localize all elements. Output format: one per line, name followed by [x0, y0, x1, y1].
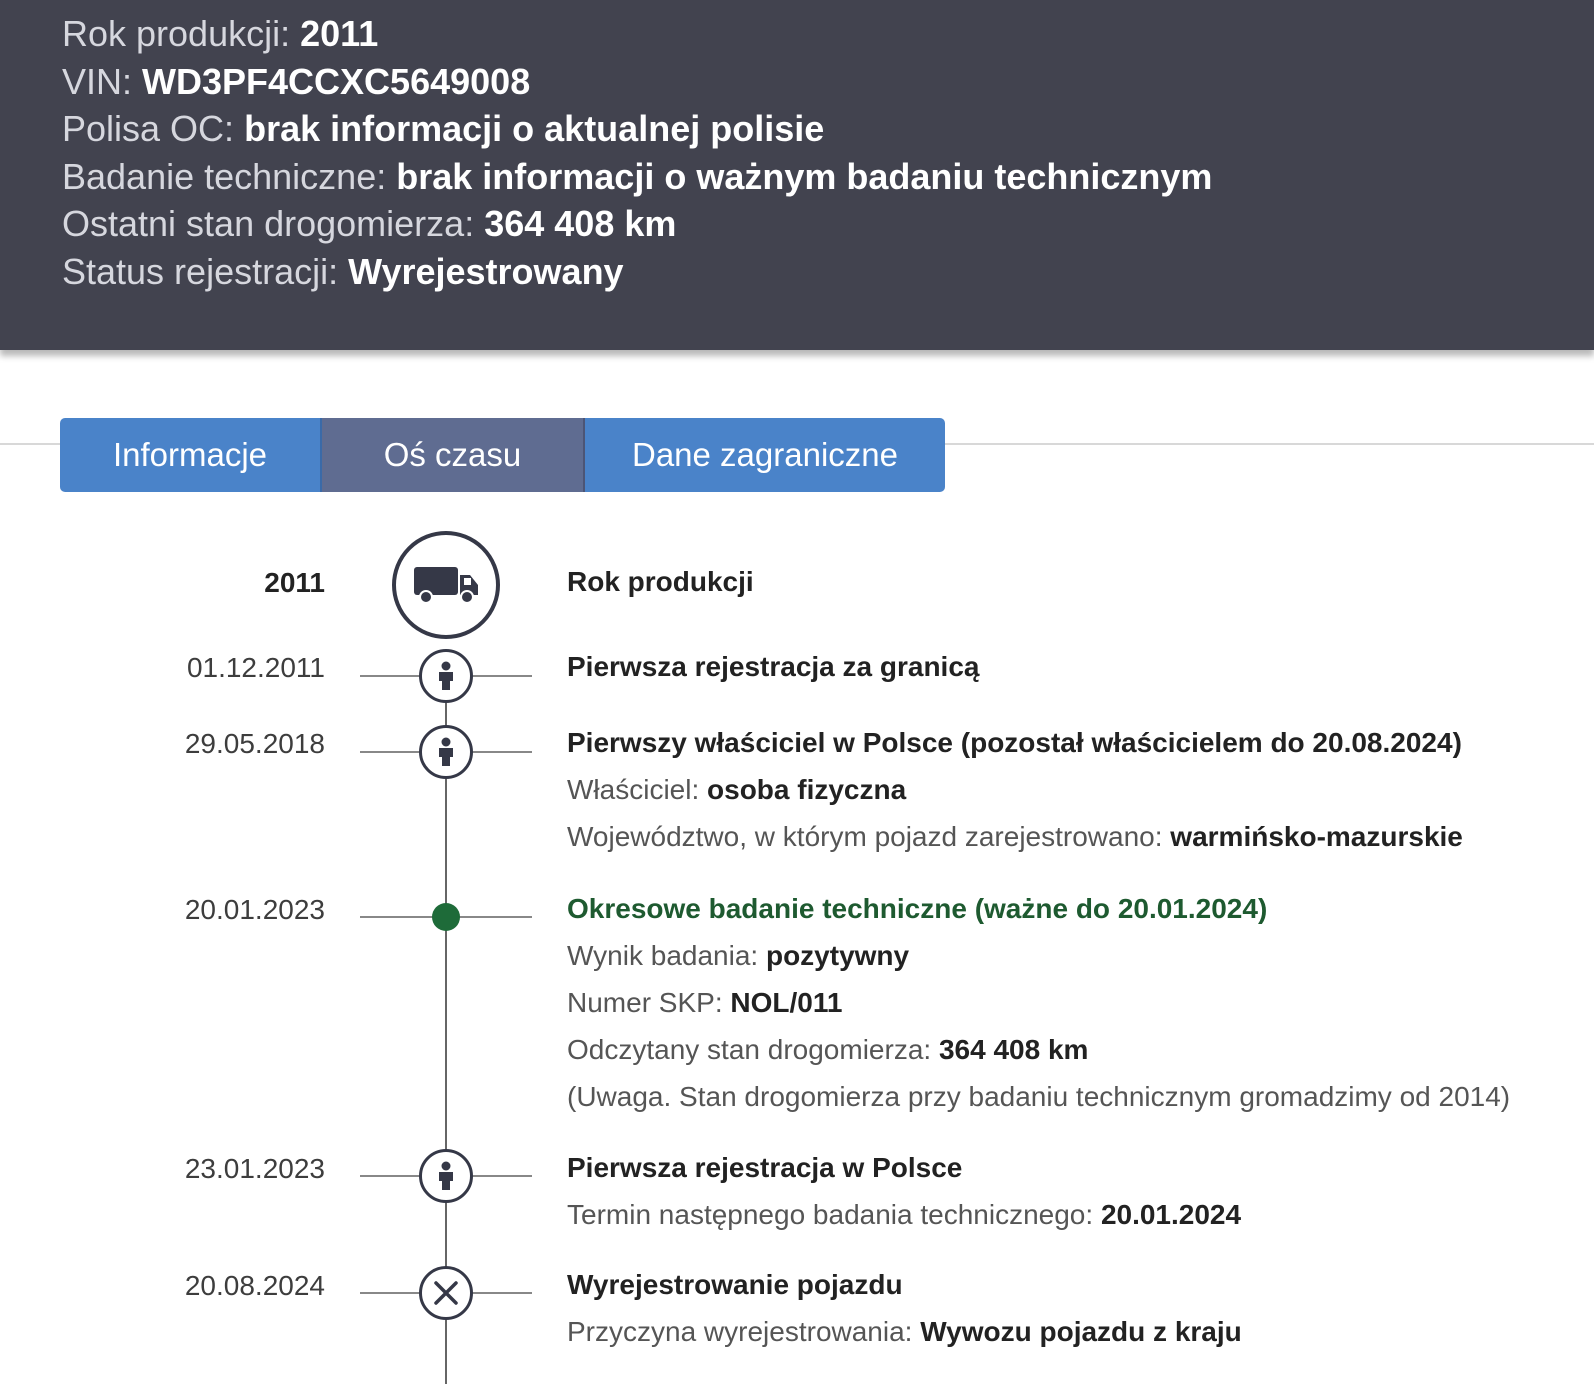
summary-row-production-year: Rok produkcji: 2011 — [62, 13, 379, 54]
summary-row-insurance: Polisa OC: brak informacji o aktualnej p… — [62, 108, 825, 149]
person-icon — [419, 1149, 473, 1203]
event-detail: Wynik badania: pozytywny — [567, 940, 910, 971]
event-detail: Odczytany stan drogomierza: 364 408 km — [567, 1034, 1089, 1065]
timeline-date: 01.12.2011 — [186, 652, 325, 683]
tab-os-czasu[interactable]: Oś czasu — [322, 418, 585, 492]
event-title: Okresowe badanie techniczne (ważne do 20… — [567, 893, 1268, 924]
timeline-date: 20.01.2023 — [184, 894, 325, 925]
timeline-event: Wyrejestrowanie pojazdu Przyczyna wyreje… — [567, 1270, 1242, 1347]
timeline-date: 2011 — [264, 567, 325, 598]
event-detail: Przyczyna wyrejestrowania: Wywozu pojazd… — [567, 1316, 1242, 1347]
event-title: Pierwszy właściciel w Polsce (pozostał w… — [567, 727, 1462, 758]
vehicle-summary: Rok produkcji: 2011 VIN: WD3PF4CCXC56490… — [0, 0, 1594, 350]
timeline-event: Pierwsza rejestracja w Polsce Termin nas… — [567, 1153, 1241, 1230]
event-title: Pierwsza rejestracja za granicą — [567, 651, 980, 682]
event-detail: Numer SKP: NOL/011 — [567, 987, 843, 1018]
tab-bar: Informacje Oś czasu Dane zagraniczne — [60, 418, 945, 492]
summary-row-vin: VIN: WD3PF4CCXC5649008 — [62, 60, 531, 102]
timeline-event: Okresowe badanie techniczne (ważne do 20… — [567, 894, 1510, 1112]
person-icon — [419, 725, 473, 779]
summary-row-odometer: Ostatni stan drogomierza: 364 408 km — [62, 203, 677, 244]
person-icon — [419, 649, 473, 703]
tab-dane-zagraniczne[interactable]: Dane zagraniczne — [585, 418, 945, 492]
event-detail: Województwo, w którym pojazd zarejestrow… — [567, 821, 1463, 852]
tab-informacje[interactable]: Informacje — [60, 418, 322, 492]
timeline-date: 29.05.2018 — [184, 728, 325, 759]
inspection-dot — [432, 903, 460, 931]
event-note: (Uwaga. Stan drogomierza przy badaniu te… — [567, 1081, 1511, 1112]
event-title: Wyrejestrowanie pojazdu — [567, 1269, 903, 1300]
x-icon — [419, 1266, 473, 1320]
timeline-event: Rok produkcji — [567, 567, 754, 597]
truck-icon — [392, 531, 500, 639]
timeline-event: Pierwszy właściciel w Polsce (pozostał w… — [567, 728, 1463, 852]
event-detail: Termin następnego badania technicznego: … — [567, 1199, 1242, 1230]
timeline-date: 20.08.2024 — [184, 1270, 325, 1301]
event-detail: Właściciel: osoba fizyczna — [567, 774, 907, 805]
event-title: Pierwsza rejestracja w Polsce — [567, 1152, 963, 1183]
timeline-date: 23.01.2023 — [184, 1153, 325, 1184]
event-title: Rok produkcji — [567, 566, 754, 597]
summary-row-inspection: Badanie techniczne: brak informacji o wa… — [62, 155, 1213, 197]
summary-row-registration-status: Status rejestracji: Wyrejestrowany — [62, 250, 624, 292]
timeline-event: Pierwsza rejestracja za granicą — [567, 652, 979, 682]
